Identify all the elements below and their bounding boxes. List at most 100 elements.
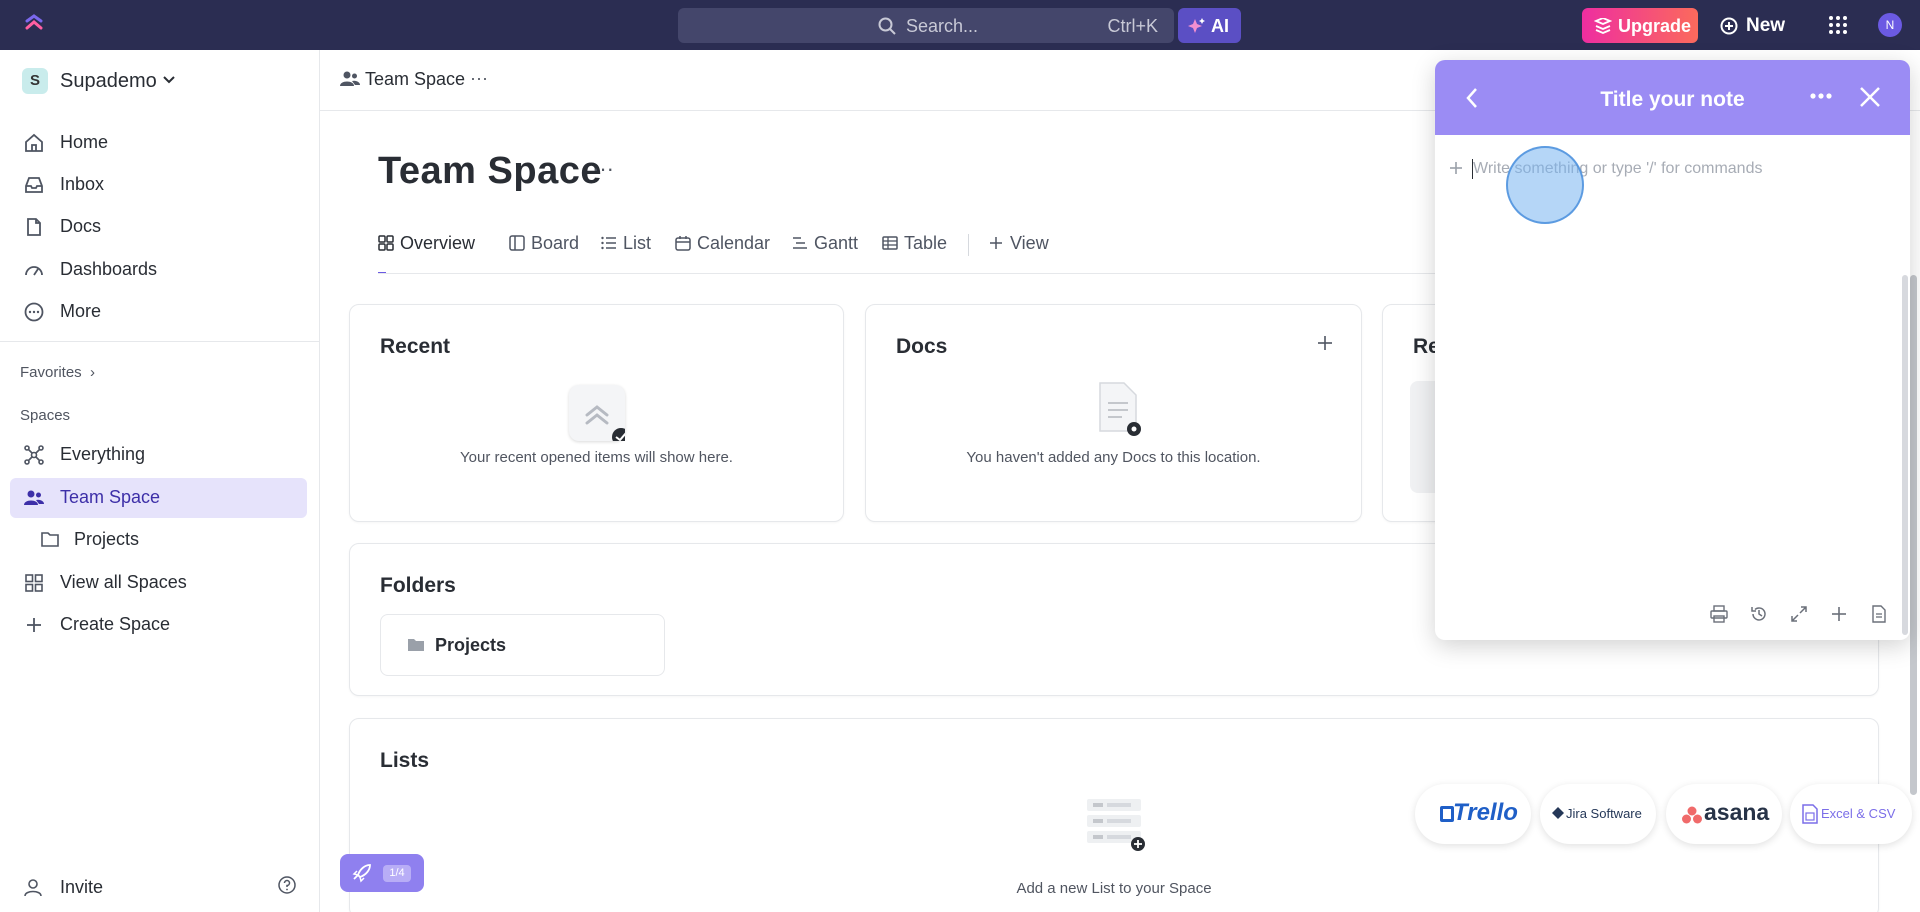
clickup-logo-icon[interactable]: [22, 13, 46, 37]
sidebar-item-label: Projects: [74, 529, 140, 549]
upgrade-label: Upgrade: [1618, 16, 1692, 36]
spaces-header: Spaces: [20, 407, 71, 424]
docs-icon: [27, 218, 41, 236]
dashboard-icon: [25, 266, 43, 276]
team-icon: [340, 71, 360, 86]
help-icon[interactable]: [278, 876, 296, 894]
sparkle-icon: [1188, 18, 1205, 33]
apps-grid-icon[interactable]: [1829, 16, 1847, 34]
sidebar-item-everything[interactable]: Everything: [10, 435, 307, 475]
user-avatar[interactable]: N: [1878, 13, 1902, 37]
sidebar-item-label: Invite: [60, 877, 104, 897]
sidebar-item-label: Everything: [60, 444, 146, 464]
new-button[interactable]: New: [1718, 8, 1790, 43]
sidebar-divider: [0, 341, 320, 342]
chevron-right-icon: ›: [85, 364, 96, 381]
rocket-icon: [352, 864, 371, 883]
folder-item-projects[interactable]: Projects: [380, 614, 665, 676]
expand-icon[interactable]: [1790, 605, 1808, 623]
sidebar-item-inbox[interactable]: Inbox: [10, 165, 307, 205]
favorites-header[interactable]: Favorites ›: [20, 364, 95, 381]
workspace-name: Supademo: [60, 70, 157, 92]
sidebar-item-view-all-spaces[interactable]: View all Spaces: [10, 563, 307, 603]
breadcrumb-more-button[interactable]: ···: [470, 68, 488, 89]
importer-label: Jira Software: [1566, 806, 1642, 821]
empty-message: Add a new List to your Space: [1016, 880, 1212, 897]
sidebar-item-label: Inbox: [60, 174, 105, 194]
recent-card: Recent Your recent opened items will sho…: [349, 304, 844, 522]
table-icon: [882, 236, 898, 250]
upgrade-icon: [1594, 18, 1612, 34]
sidebar-item-invite[interactable]: Invite: [10, 868, 307, 908]
add-block-icon[interactable]: [1448, 160, 1464, 176]
sidebar-item-projects[interactable]: Projects: [10, 520, 307, 560]
click-indicator: [1506, 146, 1584, 224]
sidebar-item-docs[interactable]: Docs: [10, 207, 307, 247]
team-icon: [24, 490, 44, 505]
tab-label: Overview: [400, 233, 476, 253]
more-options-icon[interactable]: [1810, 92, 1832, 100]
list-icon: [601, 236, 616, 250]
calendar-icon: [675, 236, 691, 251]
overview-icon: [378, 235, 394, 251]
workspace-avatar: S: [22, 68, 48, 94]
list-empty-icon: [1087, 799, 1145, 851]
board-icon: [509, 235, 525, 251]
sidebar-item-more[interactable]: More: [10, 292, 307, 332]
import-excel-csv-button[interactable]: Excel & CSV: [1790, 784, 1912, 844]
sidebar-item-home[interactable]: Home: [10, 123, 307, 163]
sidebar-item-dashboards[interactable]: Dashboards: [10, 250, 307, 290]
history-icon[interactable]: [1750, 605, 1768, 623]
importer-label: Trello: [1453, 799, 1518, 826]
sidebar-item-team-space[interactable]: Team Space: [10, 478, 307, 518]
upgrade-button[interactable]: Upgrade: [1582, 8, 1698, 43]
search-bar[interactable]: Search... Ctrl+K: [678, 8, 1174, 43]
doc-empty-icon: [1099, 382, 1141, 436]
page-title: Team Space: [378, 150, 602, 192]
more-icon: [24, 302, 44, 322]
add-note-icon[interactable]: [1830, 605, 1848, 623]
ai-label: AI: [1211, 16, 1229, 36]
chevron-down-icon: [163, 76, 175, 84]
plus-circle-icon: [1720, 17, 1738, 35]
notes-list-icon[interactable]: [1870, 605, 1888, 623]
sidebar-item-create-space[interactable]: Create Space: [10, 605, 307, 645]
tab-label: Board: [531, 233, 580, 253]
favorites-label: Favorites: [20, 364, 82, 381]
note-panel: Title your note Write something or type …: [1435, 60, 1910, 640]
grid-icon: [25, 574, 43, 592]
note-title[interactable]: Title your note: [1435, 88, 1910, 112]
print-icon[interactable]: [1710, 605, 1728, 623]
tab-label: Gantt: [814, 233, 859, 253]
home-icon: [25, 133, 43, 152]
note-header: Title your note: [1435, 60, 1910, 135]
sidebar-item-label: Create Space: [60, 614, 171, 634]
page-scrollbar[interactable]: [1910, 275, 1917, 795]
card-title: Recent: [380, 335, 451, 358]
card-title: Lists: [380, 749, 430, 772]
importer-label: Excel & CSV: [1821, 806, 1896, 821]
folder-label: Projects: [435, 635, 507, 655]
close-icon[interactable]: [1859, 86, 1881, 108]
import-jira-button[interactable]: Jira Software: [1540, 784, 1656, 844]
trello-logo-icon: [1440, 806, 1454, 822]
note-scrollbar[interactable]: [1902, 275, 1908, 635]
sidebar-item-label: Team Space: [60, 487, 161, 507]
search-icon: [878, 17, 896, 35]
jira-logo-icon: [1552, 807, 1564, 819]
add-doc-icon[interactable]: [1317, 335, 1333, 351]
onboarding-checklist-button[interactable]: 1/4: [340, 854, 424, 892]
folder-icon: [41, 532, 59, 547]
recent-empty-icon: [569, 385, 625, 441]
import-asana-button[interactable]: asana: [1666, 784, 1782, 844]
import-trello-button[interactable]: Trello: [1415, 784, 1531, 844]
title-more-button[interactable]: ···: [592, 156, 614, 182]
docs-card: Docs You haven't added any Docs to this …: [865, 304, 1362, 522]
sidebar-item-label: More: [60, 301, 102, 321]
sidebar-item-label: Dashboards: [60, 259, 158, 279]
top-bar: Search... Ctrl+K AI Upgrade New N: [0, 0, 1920, 50]
tab-label: Calendar: [697, 233, 771, 253]
plus-icon: [990, 237, 1002, 249]
ai-button[interactable]: AI: [1178, 8, 1241, 43]
tab-separator: [968, 234, 969, 256]
